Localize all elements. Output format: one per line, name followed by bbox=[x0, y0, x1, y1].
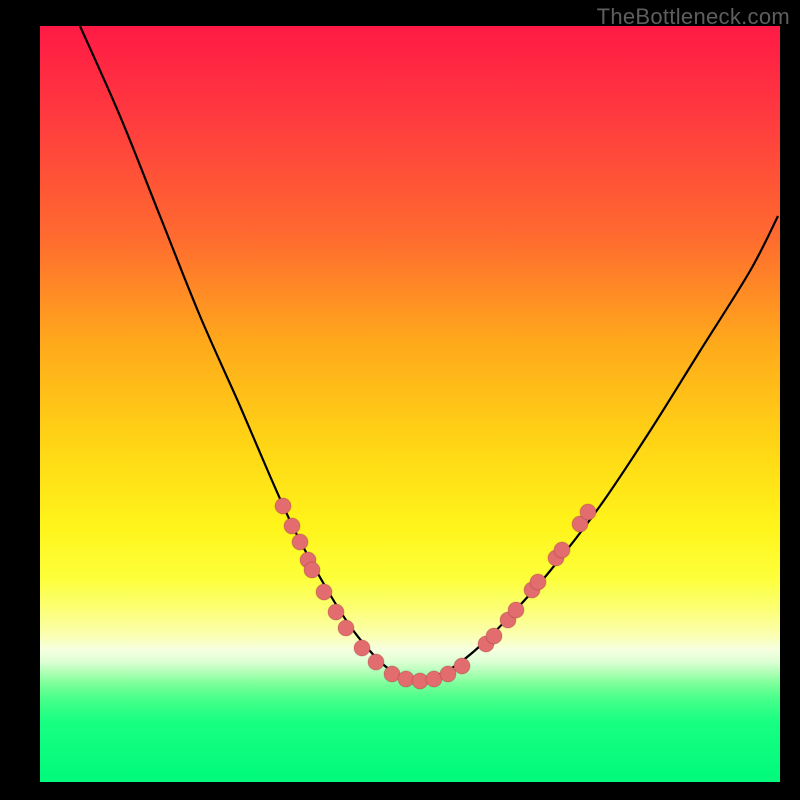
data-dot bbox=[304, 562, 320, 578]
data-dot bbox=[440, 666, 456, 682]
data-dot bbox=[398, 671, 414, 687]
data-dot bbox=[292, 534, 308, 550]
stage: TheBottleneck.com bbox=[0, 0, 800, 800]
data-dot bbox=[368, 654, 384, 670]
data-dot bbox=[354, 640, 370, 656]
data-dot bbox=[530, 574, 546, 590]
data-dot bbox=[554, 542, 570, 558]
data-dot bbox=[275, 498, 291, 514]
data-dot bbox=[508, 602, 524, 618]
watermark-text: TheBottleneck.com bbox=[597, 4, 790, 30]
curve-path bbox=[80, 26, 778, 680]
data-dot bbox=[284, 518, 300, 534]
dots-bottom bbox=[384, 658, 470, 689]
data-dot bbox=[316, 584, 332, 600]
data-dot bbox=[412, 673, 428, 689]
data-dot bbox=[328, 604, 344, 620]
data-dot bbox=[454, 658, 470, 674]
data-dot bbox=[580, 504, 596, 520]
bottleneck-curve bbox=[40, 26, 780, 782]
dots-left bbox=[275, 498, 384, 670]
data-dot bbox=[338, 620, 354, 636]
data-dot bbox=[486, 628, 502, 644]
dots-right bbox=[478, 504, 596, 652]
